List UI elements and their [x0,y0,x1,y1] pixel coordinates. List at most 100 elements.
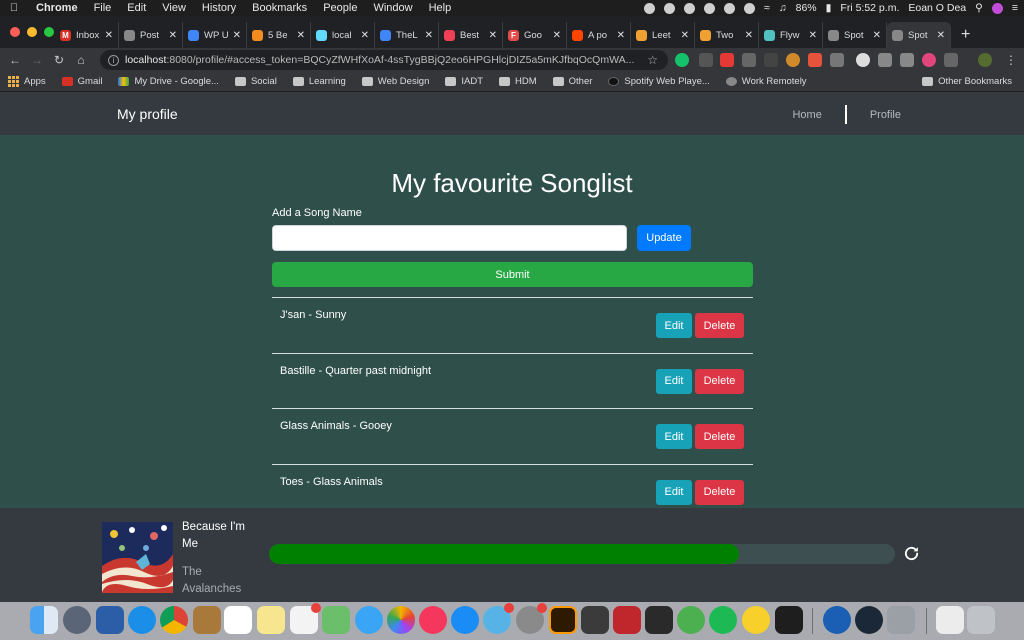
wifi-icon[interactable]: ≈ [764,2,770,14]
close-tab-icon[interactable]: ✕ [169,30,177,41]
camera-extension-icon[interactable] [878,53,892,67]
siri-icon[interactable] [991,2,1003,14]
close-window-button[interactable] [10,27,20,37]
bookmark-folder-web-design[interactable]: Web Design [354,76,438,87]
terminal-icon[interactable] [775,606,803,634]
close-tab-icon[interactable]: ✕ [937,30,945,41]
close-tab-icon[interactable]: ✕ [105,30,113,41]
battery-percent[interactable]: 86% [796,2,817,14]
app-store-icon[interactable] [451,606,479,634]
site-info-icon[interactable]: i [108,54,119,66]
finder-icon[interactable] [30,606,58,634]
close-tab-icon[interactable]: ✕ [361,30,369,41]
menu-people[interactable]: People [315,2,365,14]
spotlight-icon[interactable]: ⚲ [975,2,983,14]
playback-progress[interactable] [269,544,895,564]
grammarly-extension-icon[interactable] [675,53,689,67]
bookmark-folder-hdm[interactable]: HDM [491,76,545,87]
volume-icon[interactable]: ♫ [779,2,787,14]
bookmark-folder-iadt[interactable]: IADT [437,76,491,87]
bookmark-my-drive[interactable]: My Drive - Google... [110,76,226,87]
delete-song-button[interactable]: Delete [695,368,744,394]
minimize-window-button[interactable] [27,27,37,37]
extension-icon[interactable] [830,53,844,67]
clock[interactable]: Fri 5:52 p.m. [840,2,899,14]
1password-icon[interactable] [823,606,851,634]
menu-history[interactable]: History [194,2,244,14]
forward-icon[interactable]: → [26,53,48,67]
browser-tab[interactable]: Flyw ✕ [759,22,823,48]
zoom-window-button[interactable] [44,27,54,37]
browser-tab[interactable]: Spot ✕ [887,22,951,48]
close-tab-icon[interactable]: ✕ [425,30,433,41]
extension-icon[interactable] [944,53,958,67]
new-tab-button[interactable]: + [961,22,970,48]
extension-icon[interactable] [922,53,936,67]
other-bookmarks[interactable]: Other Bookmarks [914,76,1020,87]
preview-icon[interactable] [96,606,124,634]
menu-help[interactable]: Help [421,2,460,14]
cyberduck-icon[interactable] [742,606,770,634]
edit-song-button[interactable]: Edit [656,368,692,394]
browser-tab[interactable]: WP U ✕ [183,22,247,48]
profile-avatar[interactable] [978,53,992,67]
delete-song-button[interactable]: Delete [695,313,744,338]
extension-icon[interactable] [742,53,756,67]
browser-tab[interactable]: local ✕ [311,22,375,48]
close-tab-icon[interactable]: ✕ [745,30,753,41]
edit-song-button[interactable]: Edit [656,313,692,338]
menu-view[interactable]: View [154,2,194,14]
tray-icon[interactable] [643,2,655,14]
bookmark-folder-learning[interactable]: Learning [285,76,354,87]
apple-menu-icon[interactable]:  [0,2,28,14]
safari-icon[interactable] [128,606,156,634]
extension-icon[interactable] [764,53,778,67]
bookmark-gmail[interactable]: Gmail [54,76,111,87]
song-name-input[interactable] [272,225,627,251]
messages-icon[interactable] [355,606,383,634]
user-name[interactable]: Eoan O Dea [908,2,966,14]
extension-icon[interactable] [808,53,822,67]
filezilla-icon[interactable] [613,606,641,634]
bookmark-work-remotely[interactable]: Work Remotely [718,76,815,87]
notes-icon[interactable] [257,606,285,634]
close-tab-icon[interactable]: ✕ [681,30,689,41]
maps-icon[interactable] [322,606,350,634]
trash-icon[interactable] [967,606,995,634]
bookmark-apps[interactable]: Apps [0,76,54,87]
contacts-icon[interactable] [193,606,221,634]
bookmark-folder-other[interactable]: Other [545,76,601,87]
bookmark-spotify[interactable]: Spotify Web Playe... [600,76,717,87]
tray-icon[interactable] [743,2,755,14]
edit-song-button[interactable]: Edit [656,479,692,505]
bookmark-star-icon[interactable]: ☆ [647,53,658,67]
menu-kebab-icon[interactable]: ⋮ [1000,53,1022,67]
browser-tab[interactable]: Post ✕ [119,22,183,48]
tray-icon[interactable] [683,2,695,14]
tray-icon[interactable] [723,2,735,14]
browser-tab[interactable]: F Goo ✕ [503,22,567,48]
keychain-icon[interactable] [887,606,915,634]
browser-tab[interactable]: Spot ✕ [823,22,887,48]
menu-file[interactable]: File [86,2,120,14]
app-icon[interactable] [483,603,514,634]
close-tab-icon[interactable]: ✕ [553,30,561,41]
close-tab-icon[interactable]: ✕ [233,30,241,41]
reload-icon[interactable]: ↻ [48,53,70,67]
extension-icon[interactable] [786,53,800,67]
browser-tab[interactable]: M Inbox ✕ [55,22,119,48]
home-icon[interactable]: ⌂ [70,53,92,67]
close-tab-icon[interactable]: ✕ [873,30,881,41]
menu-window[interactable]: Window [365,2,420,14]
illustrator-icon[interactable] [549,606,577,634]
navbar-brand[interactable]: My profile [117,106,178,122]
refresh-icon[interactable] [903,545,920,562]
delete-song-button[interactable]: Delete [695,424,744,449]
close-tab-icon[interactable]: ✕ [809,30,817,41]
notification-center-icon[interactable]: ≡ [1012,2,1018,14]
browser-tab[interactable]: Two ✕ [695,22,759,48]
sublime-text-icon[interactable] [581,606,609,634]
reminders-icon[interactable] [290,603,321,634]
itunes-icon[interactable] [419,606,447,634]
edit-song-button[interactable]: Edit [656,424,692,449]
